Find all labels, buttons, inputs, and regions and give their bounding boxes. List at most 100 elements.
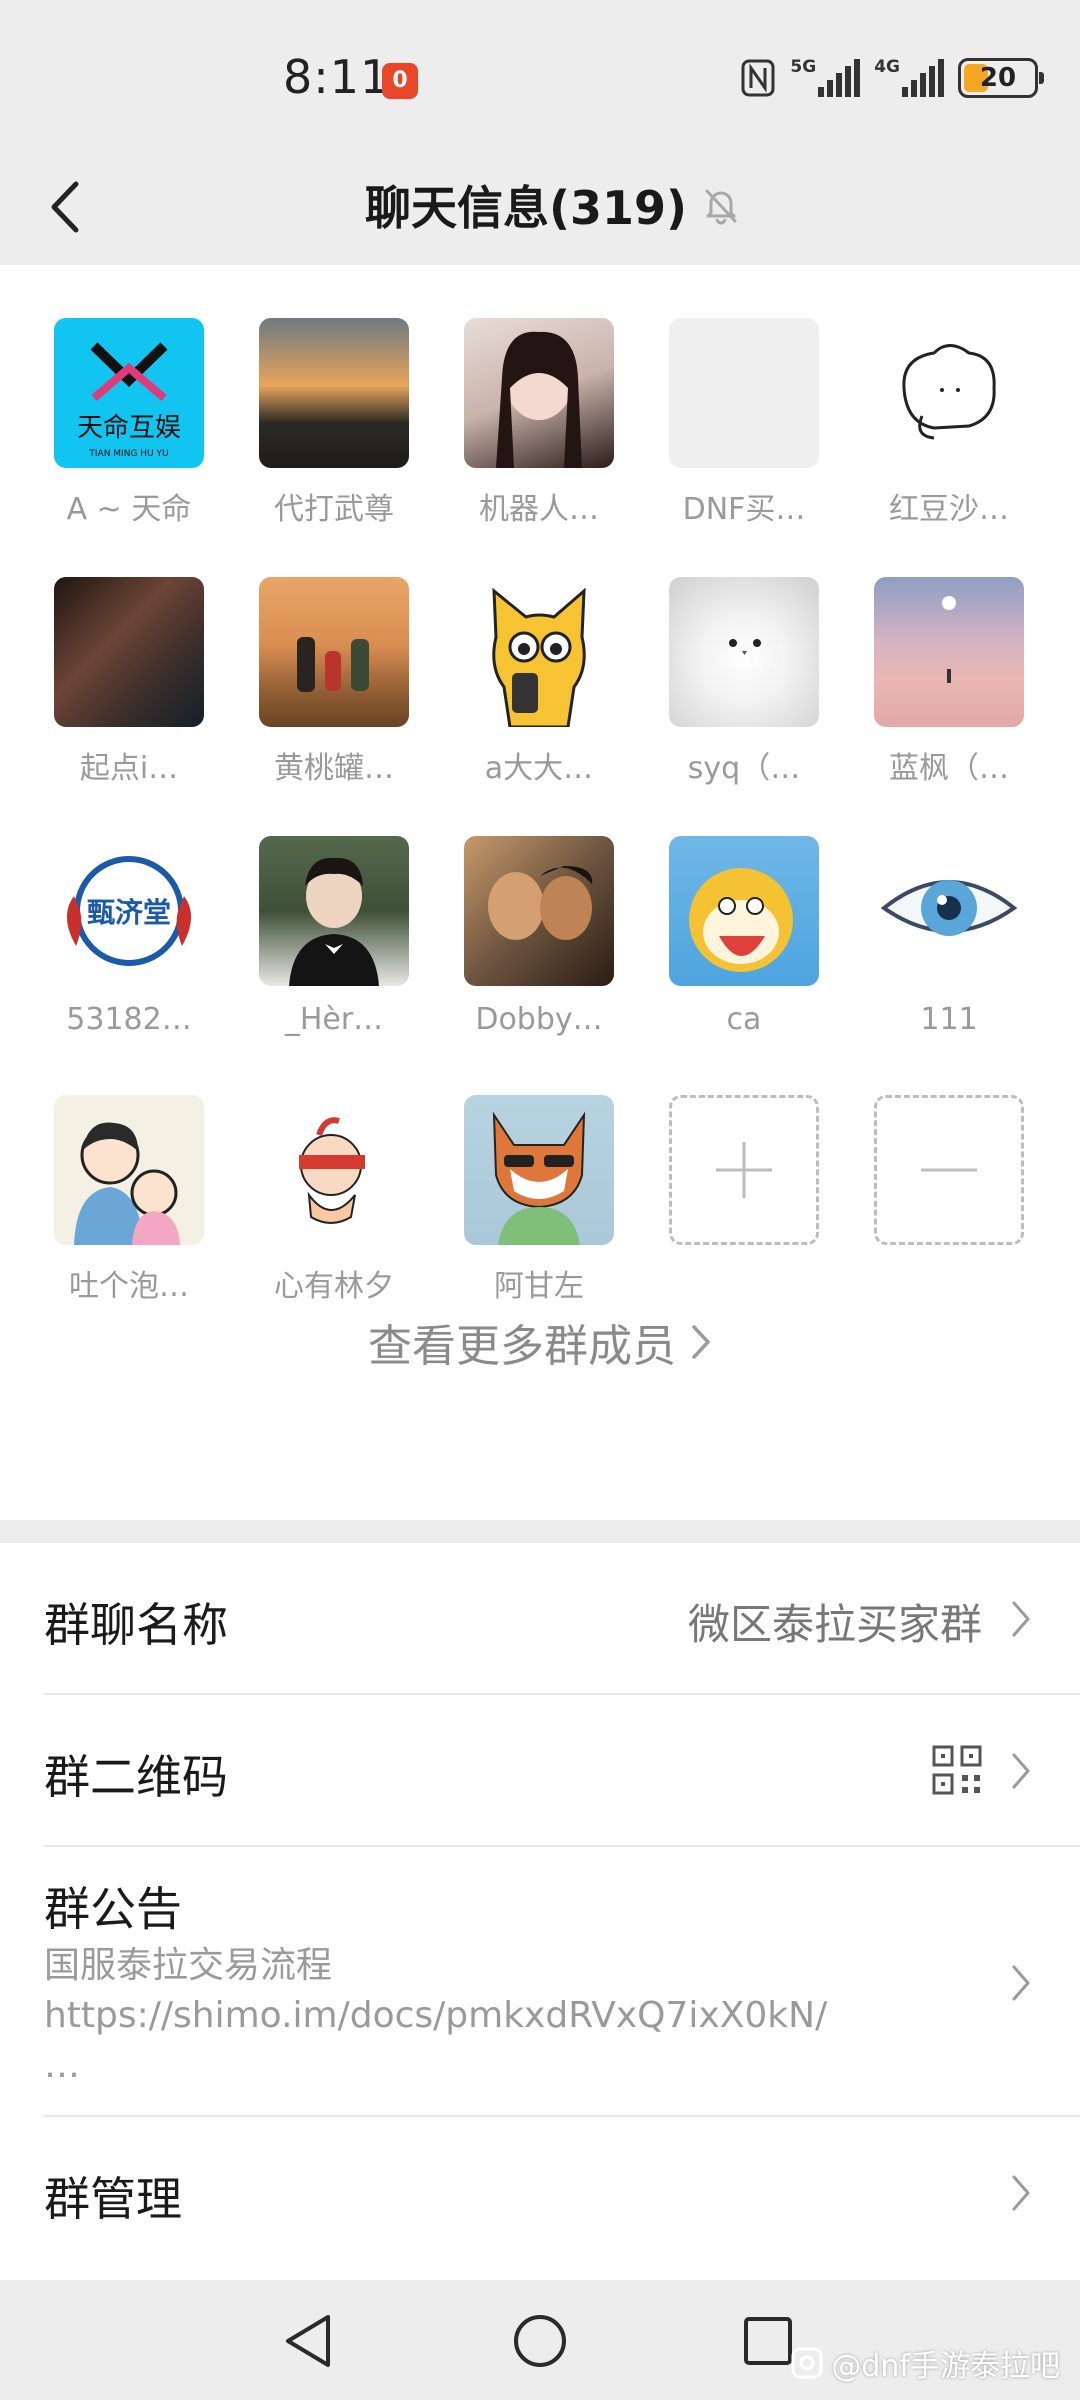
battery-level: 20: [979, 63, 1017, 93]
avatar: [464, 1095, 614, 1245]
member-name: 机器人…: [479, 492, 599, 527]
avatar: [874, 318, 1024, 468]
member-item[interactable]: 蓝枫（…: [869, 577, 1029, 787]
chevron-right-icon: [692, 1325, 710, 1359]
member-name: 黄桃罐…: [274, 751, 394, 786]
add-member-button[interactable]: [664, 1095, 824, 1245]
avatar: 天命互娱 TIAN MING HU YU: [54, 318, 204, 468]
member-item[interactable]: ca: [664, 836, 824, 1037]
chevron-right-icon: [1012, 1753, 1030, 1789]
member-name: Dobby…: [475, 1002, 603, 1037]
nav-home-button[interactable]: [510, 2311, 570, 2371]
member-item[interactable]: a大大…: [459, 577, 619, 787]
member-item[interactable]: 起点i…: [49, 577, 209, 787]
svg-text:天命互娱: 天命互娱: [77, 413, 181, 443]
member-item[interactable]: 阿甘左: [459, 1095, 619, 1305]
member-item[interactable]: 代打武尊: [254, 318, 414, 528]
avatar: [259, 836, 409, 986]
member-item[interactable]: 111: [869, 836, 1029, 1037]
signal-5g-icon: 5G: [790, 57, 861, 97]
nfc-icon: [741, 59, 775, 97]
svg-text:甄济堂: 甄济堂: [87, 896, 171, 929]
watermark-text: @dnf手游泰拉吧: [831, 2349, 1060, 2384]
member-item[interactable]: 机器人…: [459, 318, 619, 528]
signal-4g-icon: 4G: [874, 57, 944, 97]
member-name: 代打武尊: [274, 492, 394, 527]
watermark: @dnf手游泰拉吧: [791, 2341, 1060, 2385]
network-5g-label: 5G: [790, 57, 817, 77]
group-announcement-label: 群公告: [44, 1882, 182, 1936]
chevron-left-icon: [51, 181, 79, 233]
member-item[interactable]: 吐个泡…: [49, 1095, 209, 1305]
avatar: [54, 1095, 204, 1245]
group-settings-list: 群聊名称 微区泰拉买家群 群二维码 群公告 国服泰拉交易流程 https://s…: [0, 1543, 1080, 2280]
announcement-line: …: [44, 2045, 80, 2086]
member-item[interactable]: _Hèr…: [254, 836, 414, 1037]
member-name: 心有林夕: [274, 1269, 394, 1304]
status-icons: 5G 4G 20: [740, 56, 1044, 100]
avatar: [464, 318, 614, 468]
avatar: [259, 1095, 409, 1245]
add-member-box: [669, 1095, 819, 1245]
system-nav-bar: @dnf手游泰拉吧: [0, 2283, 1080, 2400]
square-recents-icon: [744, 2317, 792, 2365]
member-name: 蓝枫（…: [889, 751, 1009, 786]
group-qr-label: 群二维码: [44, 1750, 228, 1804]
notification-badge: 0: [382, 63, 418, 99]
member-item[interactable]: 心有林夕: [254, 1095, 414, 1305]
avatar: [259, 318, 409, 468]
nav-recents-button[interactable]: [738, 2311, 798, 2371]
qr-code-icon: [932, 1745, 982, 1795]
plus-icon: [716, 1142, 772, 1198]
group-name-value: 微区泰拉买家群: [687, 1600, 982, 1649]
chevron-right-icon: [1012, 1965, 1030, 2001]
avatar: [874, 577, 1024, 727]
avatar: [669, 577, 819, 727]
member-name: 阿甘左: [494, 1269, 584, 1304]
nav-back-button[interactable]: [278, 2311, 338, 2371]
group-manage-label: 群管理: [44, 2172, 182, 2226]
member-item[interactable]: 天命互娱 TIAN MING HU YU A ~ 天命: [49, 318, 209, 528]
member-name: 111: [920, 1002, 978, 1037]
network-4g-label: 4G: [874, 57, 900, 77]
view-more-members-label: 查看更多群成员: [368, 1321, 676, 1372]
member-item[interactable]: 甄济堂 53182…: [49, 836, 209, 1037]
chevron-right-icon: [1012, 1601, 1030, 1637]
member-name: ca: [726, 1002, 762, 1037]
avatar: [54, 577, 204, 727]
group-announcement-preview: 国服泰拉交易流程 https://shimo.im/docs/pmkxdRVxQ…: [44, 1941, 844, 2091]
status-time: 8:11: [283, 50, 391, 104]
member-name: 吐个泡…: [69, 1269, 189, 1304]
member-item[interactable]: 黄桃罐…: [254, 577, 414, 787]
member-name: 红豆沙…: [889, 492, 1009, 527]
member-name: DNF买…: [682, 492, 806, 527]
svg-text:TIAN MING HU YU: TIAN MING HU YU: [88, 449, 168, 459]
group-name-row[interactable]: 群聊名称 微区泰拉买家群: [0, 1543, 1080, 1693]
announcement-line: https://shimo.im/docs/pmkxdRVxQ7ixX0kN/: [44, 1995, 828, 2036]
member-name: 53182…: [66, 1002, 192, 1037]
avatar: [464, 577, 614, 727]
member-name: a大大…: [484, 751, 594, 786]
member-name: _Hèr…: [284, 1002, 384, 1037]
minus-icon: [921, 1168, 977, 1172]
group-qr-row[interactable]: 群二维码: [0, 1695, 1080, 1845]
group-manage-row[interactable]: 群管理: [0, 2117, 1080, 2267]
member-item[interactable]: 红豆沙…: [869, 318, 1029, 528]
group-name-label: 群聊名称: [44, 1598, 228, 1652]
member-name: 起点i…: [79, 751, 179, 786]
view-more-members-link[interactable]: 查看更多群成员: [0, 1310, 1080, 1374]
member-name: syq（…: [687, 751, 801, 786]
remove-member-button[interactable]: [869, 1095, 1029, 1245]
member-item[interactable]: Dobby…: [459, 836, 619, 1037]
member-item[interactable]: DNF买…: [664, 318, 824, 528]
group-announcement-row[interactable]: 群公告 国服泰拉交易流程 https://shimo.im/docs/pmkxd…: [0, 1847, 1080, 2115]
chevron-right-icon: [1012, 2175, 1030, 2211]
back-button[interactable]: [30, 172, 100, 242]
announcement-line: 国服泰拉交易流程: [44, 1945, 333, 1986]
avatar: [669, 318, 819, 468]
title-bar: 聊天信息(319): [0, 150, 1080, 265]
title-group: 聊天信息(319): [365, 172, 741, 238]
avatar: [874, 836, 1024, 986]
avatar: [669, 836, 819, 986]
member-item[interactable]: syq（…: [664, 577, 824, 787]
